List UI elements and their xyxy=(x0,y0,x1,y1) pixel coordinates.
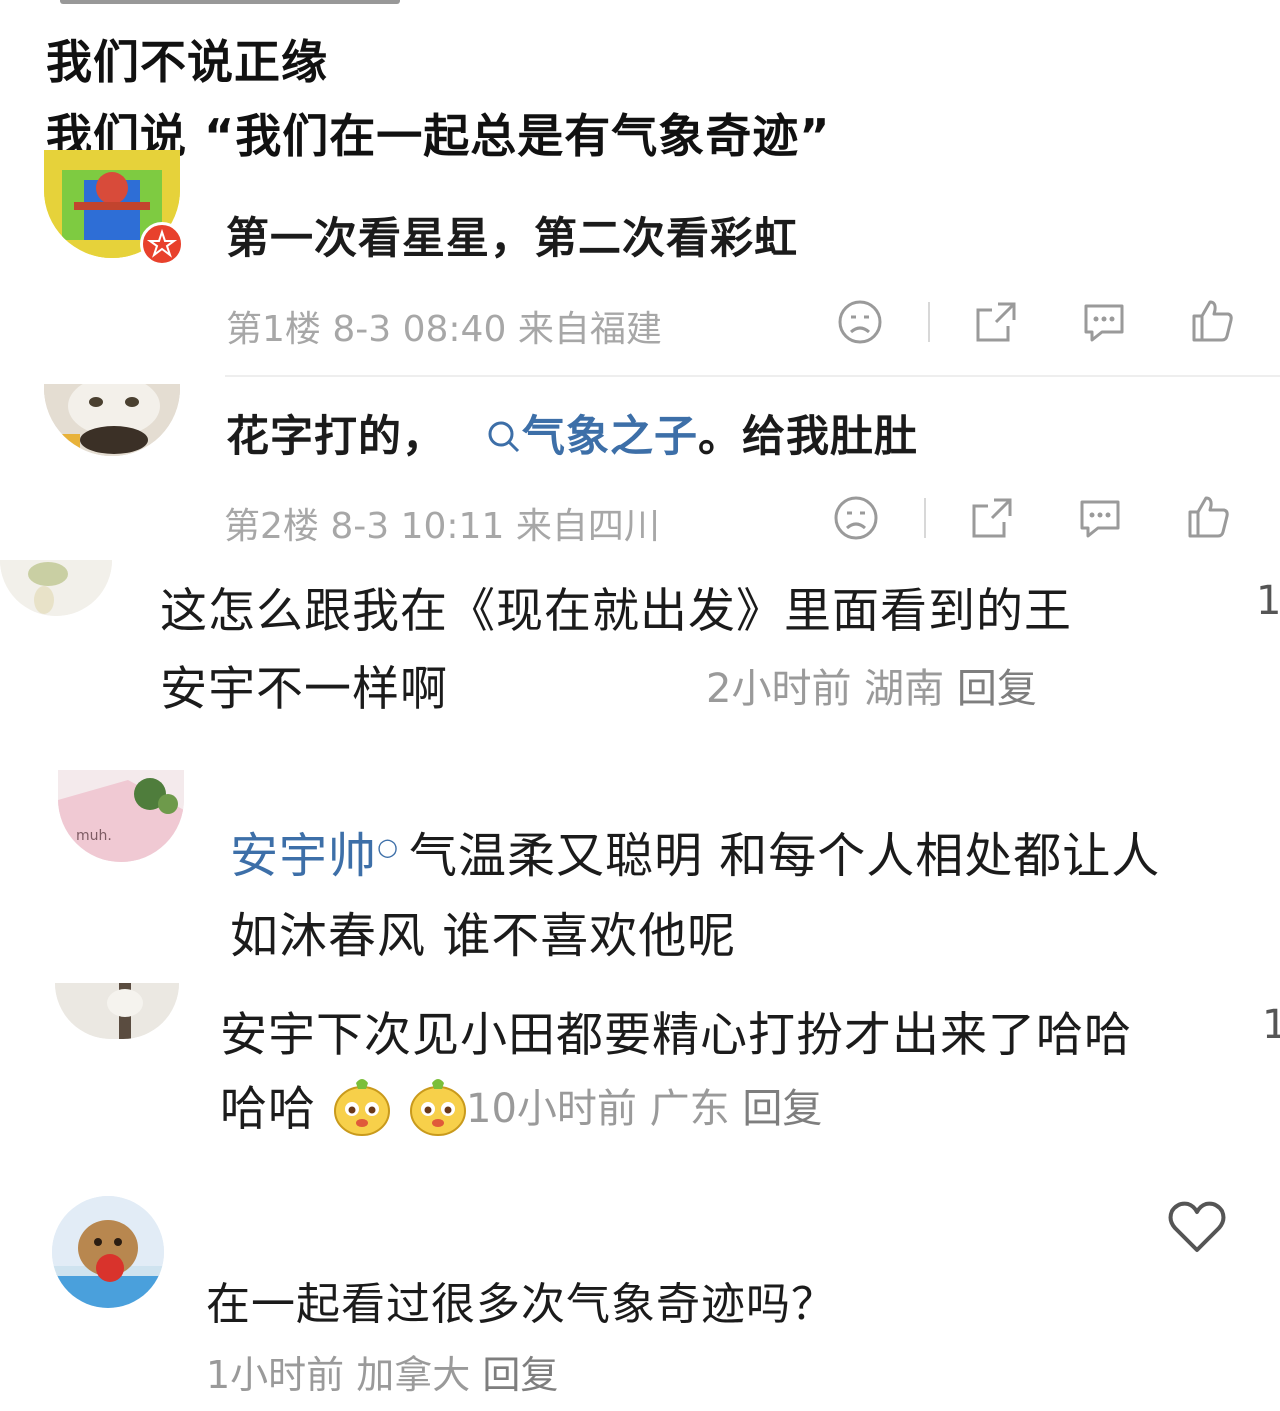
comment-text-prefix: 花字打的， xyxy=(226,412,446,462)
vip-badge-icon xyxy=(140,222,184,266)
comment-text: 哈哈 xyxy=(220,1082,316,1137)
comment-meta: 2小时前 湖南 回复 xyxy=(706,656,1037,714)
comment-text: 气温柔又聪明 和每个人相处都让人 xyxy=(408,828,1161,884)
like-count[interactable]: 1 xyxy=(1262,1002,1280,1048)
comment-text: 第一次看星星，第二次看彩虹 xyxy=(226,214,798,264)
comment-text-line-1: 这怎么跟我在《现在就出发》里面看到的王 xyxy=(160,584,1072,639)
floor-label: 第1楼 xyxy=(226,309,321,350)
comment-text: 在一起看过很多次气象奇迹吗？ xyxy=(206,1279,836,1330)
emoji-face-icon xyxy=(409,1079,466,1136)
avatar[interactable] xyxy=(55,983,179,1039)
avatar[interactable]: muh. xyxy=(58,770,184,862)
mention-link[interactable]: 安宇帅 xyxy=(230,828,377,884)
icon-divider xyxy=(924,498,926,538)
comment-text: 花字打的， 气象之子。给我肚肚 xyxy=(226,402,918,464)
comment-text-suffix: 。给我肚肚 xyxy=(697,412,918,462)
reply-button[interactable]: 回复 xyxy=(482,1353,558,1397)
reply-button[interactable]: 回复 xyxy=(742,1086,822,1132)
comment-text-line-1: 安宇帅○ 气温柔又聪明 和每个人相处都让人 xyxy=(230,816,1160,886)
comment-text-line-2: 如沐春风 谁不喜欢他呢 xyxy=(230,908,737,964)
reply-button[interactable]: 回复 xyxy=(957,666,1037,712)
like-thumb-icon[interactable] xyxy=(1184,492,1232,540)
comment-date: 8-3 10:11 xyxy=(330,506,505,547)
share-icon[interactable] xyxy=(968,494,1016,542)
comment-location: 加拿大 xyxy=(356,1353,471,1397)
comment-meta: 第1楼 8-3 08:40 来自福建 xyxy=(226,300,662,352)
cropped-top-line xyxy=(60,0,400,4)
like-thumb-icon[interactable] xyxy=(1188,296,1236,344)
emoji-face-icon xyxy=(333,1079,390,1136)
sad-face-icon[interactable] xyxy=(832,494,880,542)
comment-date: 8-3 08:40 xyxy=(332,309,507,350)
comment-location: 来自四川 xyxy=(515,506,660,547)
svg-text:muh.: muh. xyxy=(76,828,112,844)
comment-meta: 第2楼 8-3 10:11 来自四川 xyxy=(224,497,660,549)
topic-link-label: 气象之子 xyxy=(521,412,698,462)
avatar[interactable] xyxy=(44,384,180,456)
avatar[interactable] xyxy=(52,1196,164,1308)
sad-face-icon[interactable] xyxy=(836,298,884,346)
comment-location: 来自福建 xyxy=(517,309,662,350)
comment-time: 1小时前 xyxy=(206,1353,345,1397)
floor-label: 第2楼 xyxy=(224,506,319,547)
comment-time: 10小时前 xyxy=(466,1086,637,1132)
post-line-1: 我们不说正缘 xyxy=(46,35,328,89)
comment-location: 广东 xyxy=(649,1086,730,1132)
like-count[interactable]: 1 xyxy=(1256,578,1280,624)
comment-icon[interactable] xyxy=(1080,298,1128,346)
comment-text-line-2: 哈哈 xyxy=(220,1070,468,1139)
comment-location: 湖南 xyxy=(864,666,945,712)
topic-link[interactable]: 气象之子 xyxy=(486,412,698,462)
comment-text-line-1: 安宇下次见小田都要精心打扮才出来了哈哈 xyxy=(220,1008,1132,1063)
search-icon xyxy=(488,421,520,453)
comment-divider xyxy=(225,375,1280,377)
comment-meta: 1小时前 加拿大 回复 xyxy=(206,1344,558,1399)
avatar[interactable] xyxy=(0,560,112,616)
icon-divider xyxy=(928,302,930,342)
comment-text-line-2: 安宇不一样啊 xyxy=(160,662,448,717)
comment-meta: 10小时前 广东 回复 xyxy=(466,1076,822,1134)
comment-icon[interactable] xyxy=(1076,494,1124,542)
comment-time: 2小时前 xyxy=(706,666,852,712)
share-icon[interactable] xyxy=(972,298,1020,346)
heart-icon[interactable] xyxy=(1168,1200,1226,1254)
mention-icon: ○ xyxy=(377,833,399,861)
